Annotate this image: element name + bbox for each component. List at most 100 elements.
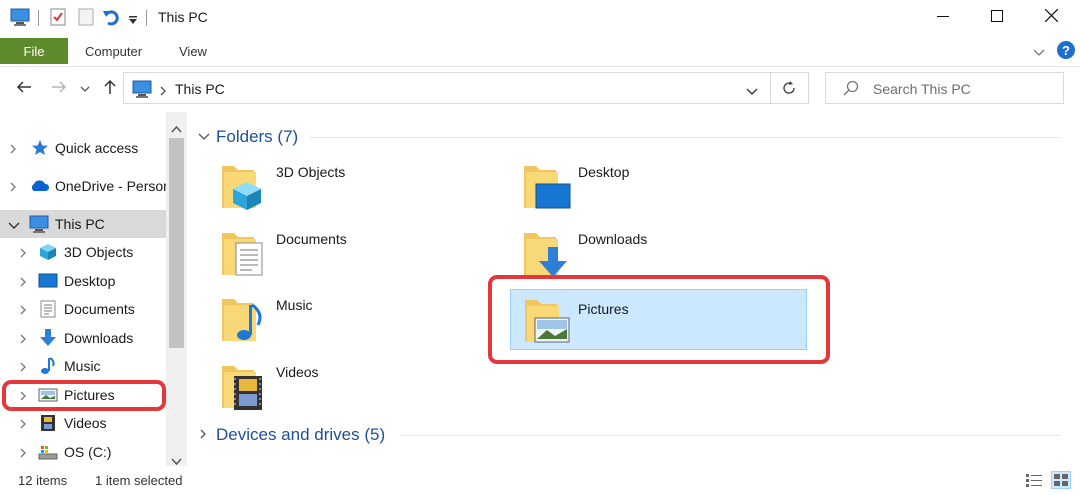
nav-item-desktop[interactable]: Desktop: [0, 267, 166, 295]
document-icon: [40, 300, 58, 318]
highlight-outline-folder-pictures: [488, 275, 830, 364]
chevron-right-icon[interactable]: [18, 360, 30, 372]
folder-3d-objects[interactable]: 3D Objects: [220, 158, 516, 218]
nav-item-documents[interactable]: Documents: [0, 295, 166, 323]
nav-label: Desktop: [64, 273, 116, 289]
star-icon: [31, 139, 49, 157]
group-divider: [400, 435, 1060, 436]
nav-item-3d-objects[interactable]: 3D Objects: [0, 238, 166, 266]
forward-arrow-icon: [51, 80, 67, 99]
content-pane: Folders (7) 3D Objects Desktop Documents…: [190, 112, 1080, 466]
up-button[interactable]: [98, 78, 122, 100]
refresh-icon[interactable]: [781, 80, 797, 101]
navigation-pane: Quick access OneDrive - Personal This PC…: [0, 112, 187, 466]
minimize-button[interactable]: [916, 0, 970, 36]
toolbar-divider: [146, 10, 147, 26]
status-bar: 12 items 1 item selected: [0, 466, 1080, 495]
folder-label: Documents: [276, 231, 347, 247]
tab-computer[interactable]: Computer: [85, 44, 142, 59]
chevron-right-icon[interactable]: [18, 332, 30, 344]
close-button[interactable]: [1024, 0, 1078, 36]
toolbar-divider: [38, 10, 39, 26]
window-title: This PC: [158, 9, 208, 25]
maximize-button[interactable]: [970, 0, 1024, 36]
group-header-devices[interactable]: Devices and drives (5): [198, 422, 385, 448]
folder-label: Videos: [276, 364, 319, 380]
status-selection: 1 item selected: [95, 473, 183, 488]
folder-label: 3D Objects: [276, 164, 346, 180]
nav-item-os-drive[interactable]: OS (C:): [0, 438, 166, 466]
navigation-scrollbar[interactable]: [166, 112, 187, 466]
help-icon[interactable]: ?: [1056, 40, 1076, 65]
group-label: Folders (7): [216, 127, 299, 146]
nav-label: Quick access: [55, 140, 139, 156]
group-header-folders[interactable]: Folders (7): [198, 124, 298, 150]
folder-icon: [220, 358, 270, 412]
back-button[interactable]: [12, 78, 36, 100]
properties-icon[interactable]: [50, 8, 66, 31]
up-arrow-icon: [103, 79, 117, 100]
nav-label: Music: [64, 358, 101, 374]
nav-label: OneDrive - Personal: [55, 178, 166, 194]
customize-toolbar-chevron-icon[interactable]: [128, 12, 138, 30]
address-bar[interactable]: This PC: [123, 72, 809, 104]
folder-icon: [522, 158, 572, 212]
maximize-icon: [991, 9, 1003, 27]
nav-item-quick-access[interactable]: Quick access: [0, 134, 166, 162]
nav-label: Documents: [64, 301, 135, 317]
folder-label: Music: [276, 297, 313, 313]
nav-item-music[interactable]: Music: [0, 352, 166, 380]
cloud-icon: [30, 177, 50, 195]
recent-locations-button[interactable]: [76, 78, 94, 100]
scrollbar-thumb[interactable]: [169, 138, 184, 348]
search-box[interactable]: Search This PC: [825, 72, 1064, 104]
chevron-right-icon[interactable]: [18, 303, 30, 315]
chevron-right-icon[interactable]: [18, 417, 30, 429]
details-view-icon[interactable]: [1025, 473, 1043, 490]
tab-view[interactable]: View: [179, 44, 207, 59]
breadcrumb-this-pc[interactable]: This PC: [175, 81, 225, 97]
chevron-right-icon[interactable]: [18, 275, 30, 287]
chevron-down-icon: [80, 80, 90, 98]
large-icons-view-icon[interactable]: [1051, 471, 1071, 492]
highlight-outline-nav-pictures: [2, 380, 166, 411]
computer-icon[interactable]: [10, 8, 30, 31]
navigation-bar: This PC Search This PC: [0, 66, 1080, 112]
status-item-count: 12 items: [18, 473, 68, 488]
expand-ribbon-chevron-icon[interactable]: [1033, 45, 1045, 63]
search-input[interactable]: Search This PC: [873, 81, 971, 97]
new-folder-icon[interactable]: [78, 8, 94, 31]
folder-desktop[interactable]: Desktop: [522, 158, 818, 218]
chevron-right-icon[interactable]: [18, 446, 30, 458]
nav-item-onedrive[interactable]: OneDrive - Personal: [0, 172, 166, 200]
nav-label: Videos: [64, 415, 107, 431]
search-icon: [843, 80, 859, 101]
folder-videos[interactable]: Videos: [220, 358, 516, 418]
nav-item-downloads[interactable]: Downloads: [0, 324, 166, 352]
ribbon-tabs: File Computer View ?: [0, 36, 1080, 67]
chevron-down-icon[interactable]: [8, 218, 20, 230]
download-arrow-icon: [39, 329, 57, 347]
chevron-down-icon[interactable]: [198, 127, 210, 147]
folder-documents[interactable]: Documents: [220, 225, 516, 285]
nav-label: 3D Objects: [64, 244, 134, 260]
nav-item-this-pc[interactable]: This PC: [0, 210, 166, 238]
undo-icon[interactable]: [102, 8, 120, 31]
chevron-right-icon[interactable]: [18, 246, 30, 258]
folder-icon: [220, 158, 270, 212]
tab-file[interactable]: File: [0, 38, 68, 64]
folder-music[interactable]: Music: [220, 291, 516, 351]
address-divider: [770, 73, 771, 103]
chevron-right-icon[interactable]: [8, 180, 20, 192]
breadcrumb-chevron-icon[interactable]: [159, 83, 167, 101]
chevron-right-icon[interactable]: [8, 142, 20, 154]
chevron-right-icon[interactable]: [198, 425, 208, 445]
nav-item-videos[interactable]: Videos: [0, 409, 166, 437]
computer-icon: [132, 80, 152, 103]
address-history-chevron-icon[interactable]: [746, 84, 758, 102]
scroll-up-arrow-icon[interactable]: [171, 120, 182, 138]
folder-label: Downloads: [578, 231, 648, 247]
forward-button[interactable]: [47, 78, 71, 100]
film-icon: [40, 414, 58, 432]
desktop-icon: [38, 272, 58, 290]
